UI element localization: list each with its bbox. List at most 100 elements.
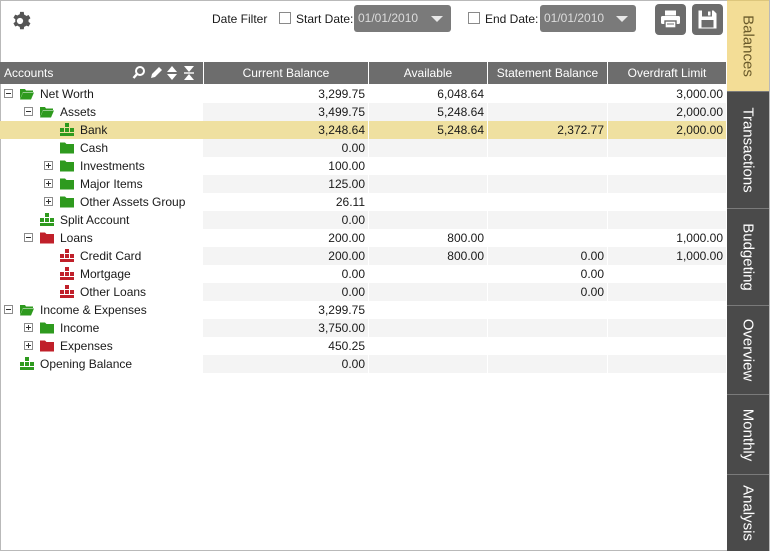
expand-icon[interactable] xyxy=(44,161,53,170)
account-row[interactable]: Expenses 450.25 xyxy=(0,337,726,355)
collapse-all-icon[interactable] xyxy=(183,65,197,81)
account-tree-cell[interactable]: Credit Card xyxy=(0,247,203,265)
current-balance-cell: 3,750.00 xyxy=(318,321,365,335)
account-label: Net Worth xyxy=(40,87,94,101)
current-balance-cell: 0.00 xyxy=(341,285,365,299)
account-row[interactable]: Investments 100.00 xyxy=(0,157,726,175)
current-balance-cell: 0.00 xyxy=(341,141,365,155)
account-tree-cell[interactable]: Assets xyxy=(0,103,203,121)
sort-arrows-icon[interactable] xyxy=(166,65,180,81)
account-tree-cell[interactable]: Income & Expenses xyxy=(0,301,203,319)
date-filter-label: Date Filter xyxy=(212,12,268,26)
account-row[interactable]: Opening Balance 0.00 xyxy=(0,355,726,373)
account-row[interactable]: Credit Card 200.00 800.00 0.00 1,000.00 xyxy=(0,247,726,265)
overdraft-limit-cell: 2,000.00 xyxy=(607,103,726,121)
printer-icon xyxy=(661,10,680,29)
account-tree-cell[interactable]: Other Loans xyxy=(0,283,203,301)
account-row[interactable]: Cash 0.00 xyxy=(0,139,726,157)
collapse-icon[interactable] xyxy=(4,89,13,98)
start-date-picker[interactable]: 01/01/2010 xyxy=(354,5,451,32)
statement-balance-cell xyxy=(487,355,607,373)
account-label: Split Account xyxy=(60,213,130,227)
end-date-checkbox[interactable] xyxy=(468,12,480,24)
open-folder-icon xyxy=(20,87,34,100)
account-row[interactable]: Income 3,750.00 xyxy=(0,319,726,337)
tab-balances[interactable]: Balances xyxy=(727,0,769,91)
statement-balance-column-header[interactable]: Statement Balance xyxy=(487,62,607,84)
overdraft-limit-cell xyxy=(607,139,726,157)
current-balance-cell: 125.00 xyxy=(328,177,365,191)
account-tree-cell[interactable]: Expenses xyxy=(0,337,203,355)
account-row[interactable]: Split Account 0.00 xyxy=(0,211,726,229)
collapse-icon[interactable] xyxy=(24,233,33,242)
account-label: Opening Balance xyxy=(40,357,133,371)
account-tree-cell[interactable]: Bank xyxy=(0,121,203,139)
current-balance-cell: 3,299.75 xyxy=(318,87,365,101)
available-cell: 800.00 xyxy=(368,229,487,247)
account-tree-cell[interactable]: Mortgage xyxy=(0,265,203,283)
current-balance-column-header[interactable]: Current Balance xyxy=(203,62,368,84)
save-button[interactable] xyxy=(692,4,723,35)
account-tree-cell[interactable]: Investments xyxy=(0,157,203,175)
account-row[interactable]: Other Loans 0.00 0.00 xyxy=(0,283,726,301)
expand-icon[interactable] xyxy=(24,323,33,332)
start-date-label: Start Date: xyxy=(296,12,354,26)
collapse-icon[interactable] xyxy=(24,107,33,116)
account-row[interactable]: Other Assets Group 26.11 xyxy=(0,193,726,211)
available-cell xyxy=(368,157,487,175)
statement-balance-cell xyxy=(487,175,607,193)
account-row[interactable]: Major Items 125.00 xyxy=(0,175,726,193)
available-column-header[interactable]: Available xyxy=(368,62,487,84)
overdraft-limit-cell xyxy=(607,283,726,301)
edit-pencil-icon[interactable] xyxy=(149,65,163,81)
tab-transactions[interactable]: Transactions xyxy=(727,91,769,208)
current-balance-cell: 3,248.64 xyxy=(318,123,365,137)
tab-overview[interactable]: Overview xyxy=(727,305,769,394)
available-cell: 800.00 xyxy=(368,247,487,265)
accounts-column-header[interactable]: Accounts xyxy=(0,62,203,84)
account-tree-cell[interactable]: Opening Balance xyxy=(0,355,203,373)
account-tree-cell[interactable]: Cash xyxy=(0,139,203,157)
expand-icon[interactable] xyxy=(44,179,53,188)
end-date-picker[interactable]: 01/01/2010 xyxy=(540,5,636,32)
account-row[interactable]: Loans 200.00 800.00 1,000.00 xyxy=(0,229,726,247)
overdraft-limit-cell: 3,000.00 xyxy=(607,85,726,103)
account-tree-cell[interactable]: Income xyxy=(0,319,203,337)
overdraft-limit-column-header[interactable]: Overdraft Limit xyxy=(607,62,726,84)
account-tree-cell[interactable]: Split Account xyxy=(0,211,203,229)
statement-balance-cell xyxy=(487,211,607,229)
account-row[interactable]: Net Worth 3,299.75 6,048.64 3,000.00 xyxy=(0,85,726,103)
overdraft-limit-cell xyxy=(607,157,726,175)
account-label: Income xyxy=(60,321,100,335)
account-tree-cell[interactable]: Loans xyxy=(0,229,203,247)
tab-budgeting[interactable]: Budgeting xyxy=(727,208,769,305)
account-icon xyxy=(60,285,74,298)
account-row[interactable]: Assets 3,499.75 5,248.64 2,000.00 xyxy=(0,103,726,121)
available-cell xyxy=(368,265,487,283)
gear-icon[interactable] xyxy=(9,10,31,32)
folder-icon xyxy=(40,339,54,352)
current-balance-cell: 100.00 xyxy=(328,159,365,173)
account-tree-cell[interactable]: Major Items xyxy=(0,175,203,193)
search-icon[interactable] xyxy=(132,65,146,81)
account-row[interactable]: Bank 3,248.64 5,248.64 2,372.77 2,000.00 xyxy=(0,121,726,139)
start-date-checkbox[interactable] xyxy=(279,12,291,24)
tab-monthly[interactable]: Monthly xyxy=(727,394,769,474)
current-balance-cell: 200.00 xyxy=(328,249,365,263)
expand-icon[interactable] xyxy=(24,341,33,350)
print-button[interactable] xyxy=(655,4,686,35)
current-balance-cell: 3,299.75 xyxy=(318,303,365,317)
collapse-icon[interactable] xyxy=(4,305,13,314)
account-label: Loans xyxy=(60,231,93,245)
current-balance-cell: 0.00 xyxy=(341,267,365,281)
current-balance-cell: 0.00 xyxy=(341,213,365,227)
current-balance-cell: 3,499.75 xyxy=(318,105,365,119)
expand-icon[interactable] xyxy=(44,197,53,206)
tab-analysis[interactable]: Analysis xyxy=(727,474,769,551)
account-tree-cell[interactable]: Net Worth xyxy=(0,85,203,103)
end-date-label: End Date: xyxy=(485,12,539,26)
overdraft-limit-cell xyxy=(607,319,726,337)
account-row[interactable]: Income & Expenses 3,299.75 xyxy=(0,301,726,319)
account-tree-cell[interactable]: Other Assets Group xyxy=(0,193,203,211)
account-row[interactable]: Mortgage 0.00 0.00 xyxy=(0,265,726,283)
